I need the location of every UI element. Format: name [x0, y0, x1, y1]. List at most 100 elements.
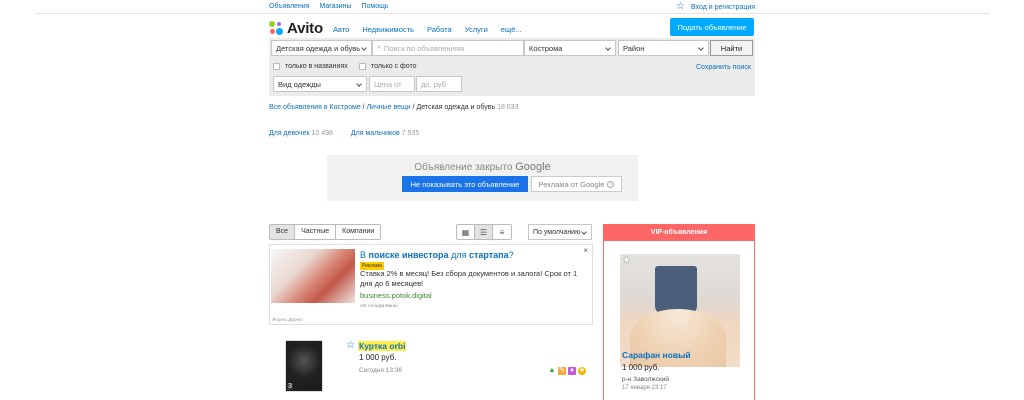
only-photo-checkbox[interactable]: только с фото	[359, 63, 417, 70]
ad-title-part: В	[360, 250, 369, 260]
logo-dots-icon	[269, 20, 284, 36]
post-ad-button[interactable]: Подать объявление	[670, 18, 754, 36]
main-nav: Авто Недвижимость Работа Услуги ещё...	[333, 25, 522, 34]
breadcrumb-all[interactable]: Все объявления в Костроме	[269, 104, 361, 111]
subcat-boys[interactable]: Для мальчиков 7 535	[351, 130, 419, 137]
ads-by-google-button[interactable]: Реклама от Google i	[531, 176, 622, 192]
nav-realty[interactable]: Недвижимость	[362, 25, 414, 34]
logo-text: Avito	[287, 19, 323, 37]
only-titles-checkbox[interactable]: только в названиях	[273, 63, 348, 70]
breadcrumb-personal[interactable]: Личные вещи	[367, 104, 411, 111]
vip-title[interactable]: Сарафан новый	[622, 350, 691, 360]
city-select[interactable]: Кострома	[524, 40, 616, 56]
ad-legal: АО «Альфа-Банк»	[360, 303, 399, 308]
tab-private[interactable]: Частные	[295, 225, 337, 239]
compact-view-icon[interactable]: ≡	[493, 225, 511, 239]
sort-select[interactable]: По умолчанию	[528, 224, 592, 240]
seller-type-tabs: Все Частные Компании	[269, 224, 382, 240]
clothing-type-select[interactable]: Вид одежды	[273, 76, 367, 92]
search-icon: ⌕	[377, 44, 381, 51]
search-input[interactable]: ⌕ Поиск по объявлениям	[372, 40, 524, 56]
premium-icon[interactable]: ★	[578, 367, 586, 375]
search-panel: Детская одежда и обувь ⌕ Поиск по объявл…	[269, 38, 755, 96]
ad-title-part: ?	[508, 250, 514, 260]
clothing-type-value: Вид одежды	[278, 79, 321, 89]
vip-star-icon[interactable]: ★	[622, 255, 631, 266]
subcat-boys-label: Для мальчиков	[350, 130, 400, 137]
login-link[interactable]: Вход и регистрация	[691, 4, 755, 11]
category-select[interactable]: Детская одежда и обувь	[271, 40, 372, 56]
save-search-link[interactable]: Сохранить поиск	[696, 64, 751, 71]
checkbox-box	[359, 63, 366, 70]
category-select-value: Детская одежда и обувь	[276, 43, 361, 53]
ad-image-money[interactable]	[271, 249, 355, 303]
yandex-ad[interactable]: × В поиске инвестора для стартапа? Рекла…	[269, 244, 593, 325]
close-icon[interactable]: ×	[583, 246, 588, 255]
vip-icon[interactable]: ♦	[568, 367, 576, 375]
dress-shape	[655, 266, 697, 314]
ad-title-bold: поиске инвестора	[368, 250, 449, 260]
city-select-value: Кострома	[529, 43, 563, 53]
listing-price: 1 000 руб.	[359, 353, 397, 362]
listing-photo[interactable]: 3	[285, 340, 323, 392]
ad-text: Ставка 2% в месяц! Без сбора документов …	[360, 269, 578, 288]
price-from-placeholder: Цена от	[374, 79, 402, 89]
nav-services[interactable]: Услуги	[465, 25, 488, 34]
up-arrow-icon[interactable]: ▲	[548, 367, 556, 375]
avito-logo[interactable]: Avito	[269, 19, 323, 37]
hide-ad-button[interactable]: Не показывать это объявление	[402, 176, 528, 192]
subcat-boys-count: 7 535	[401, 130, 420, 137]
breadcrumb-current: Детская одежда и обувь	[416, 104, 496, 111]
ads-by-google-label: Реклама от Google	[538, 179, 605, 189]
district-select[interactable]: Район	[618, 40, 709, 56]
google-brand: Google	[515, 161, 551, 173]
login-area: ☆ Вход и регистрация	[676, 2, 755, 12]
subcat-girls[interactable]: Для девочек 10 498	[269, 130, 333, 137]
favorite-star-icon[interactable]: ☆	[346, 340, 355, 351]
vip-block: VIP-объявления ★ Сарафан новый 1 000 руб…	[603, 224, 755, 400]
photo-count: 3	[287, 383, 293, 390]
listing-date: Сегодня 13:36	[359, 367, 402, 374]
checkbox-box	[273, 63, 280, 70]
vip-location: р-н Заволжский	[622, 376, 670, 383]
top-link-help[interactable]: Помощь	[361, 3, 388, 10]
nav-more[interactable]: ещё...	[501, 25, 522, 34]
breadcrumb-count: 18 033	[497, 104, 519, 111]
nav-auto[interactable]: Авто	[333, 25, 349, 34]
price-from-input[interactable]: Цена от	[369, 76, 415, 92]
subcategories: Для девочек 10 498 Для мальчиков 7 535	[269, 130, 419, 137]
find-button[interactable]: Найти	[710, 40, 753, 56]
highlight-icon[interactable]: ✎	[558, 367, 566, 375]
ad-domain[interactable]: business.potok.digital	[360, 291, 432, 300]
listing-badges: ▲ ✎ ♦ ★	[548, 367, 586, 375]
tab-companies[interactable]: Компании	[336, 225, 381, 239]
info-icon: i	[607, 180, 615, 188]
top-bar	[35, 0, 990, 14]
top-nav: Объявления Магазины Помощь	[269, 3, 397, 10]
grid-view-icon[interactable]: ▦	[457, 225, 475, 239]
favorites-star-icon[interactable]: ☆	[676, 2, 685, 12]
list-view-icon[interactable]: ☰	[475, 225, 493, 239]
vip-header: VIP-объявления	[603, 224, 755, 241]
search-input-placeholder: Поиск по объявлениям	[383, 43, 464, 53]
ad-closed-title: Объявление закрыто Google	[327, 161, 638, 173]
tab-all[interactable]: Все	[270, 225, 296, 239]
top-link-ads[interactable]: Объявления	[269, 3, 310, 10]
district-select-value: Район	[623, 43, 645, 53]
view-switcher: ▦ ☰ ≡	[456, 224, 512, 240]
price-to-input[interactable]: до, руб	[416, 76, 462, 92]
vip-price: 1 000 руб.	[622, 363, 660, 372]
google-ad-closed: Объявление закрыто Google Не показывать …	[327, 155, 638, 201]
ad-title-part: для	[448, 250, 469, 260]
ad-title[interactable]: В поиске инвестора для стартапа?	[360, 250, 514, 260]
sort-value: По умолчанию	[533, 228, 581, 236]
only-photo-label: только с фото	[371, 63, 417, 70]
top-link-shops[interactable]: Магазины	[319, 3, 351, 10]
breadcrumb: Все объявления в Костроме / Личные вещи …	[269, 104, 518, 111]
ad-source[interactable]: Яндекс.Директ	[272, 317, 303, 322]
listing-title[interactable]: Куртка orbi	[358, 341, 407, 351]
ad-closed-text: Объявление закрыто	[414, 162, 513, 173]
nav-jobs[interactable]: Работа	[427, 25, 452, 34]
subcat-girls-count: 10 498	[311, 130, 333, 137]
subcat-girls-label: Для девочек	[269, 130, 310, 137]
